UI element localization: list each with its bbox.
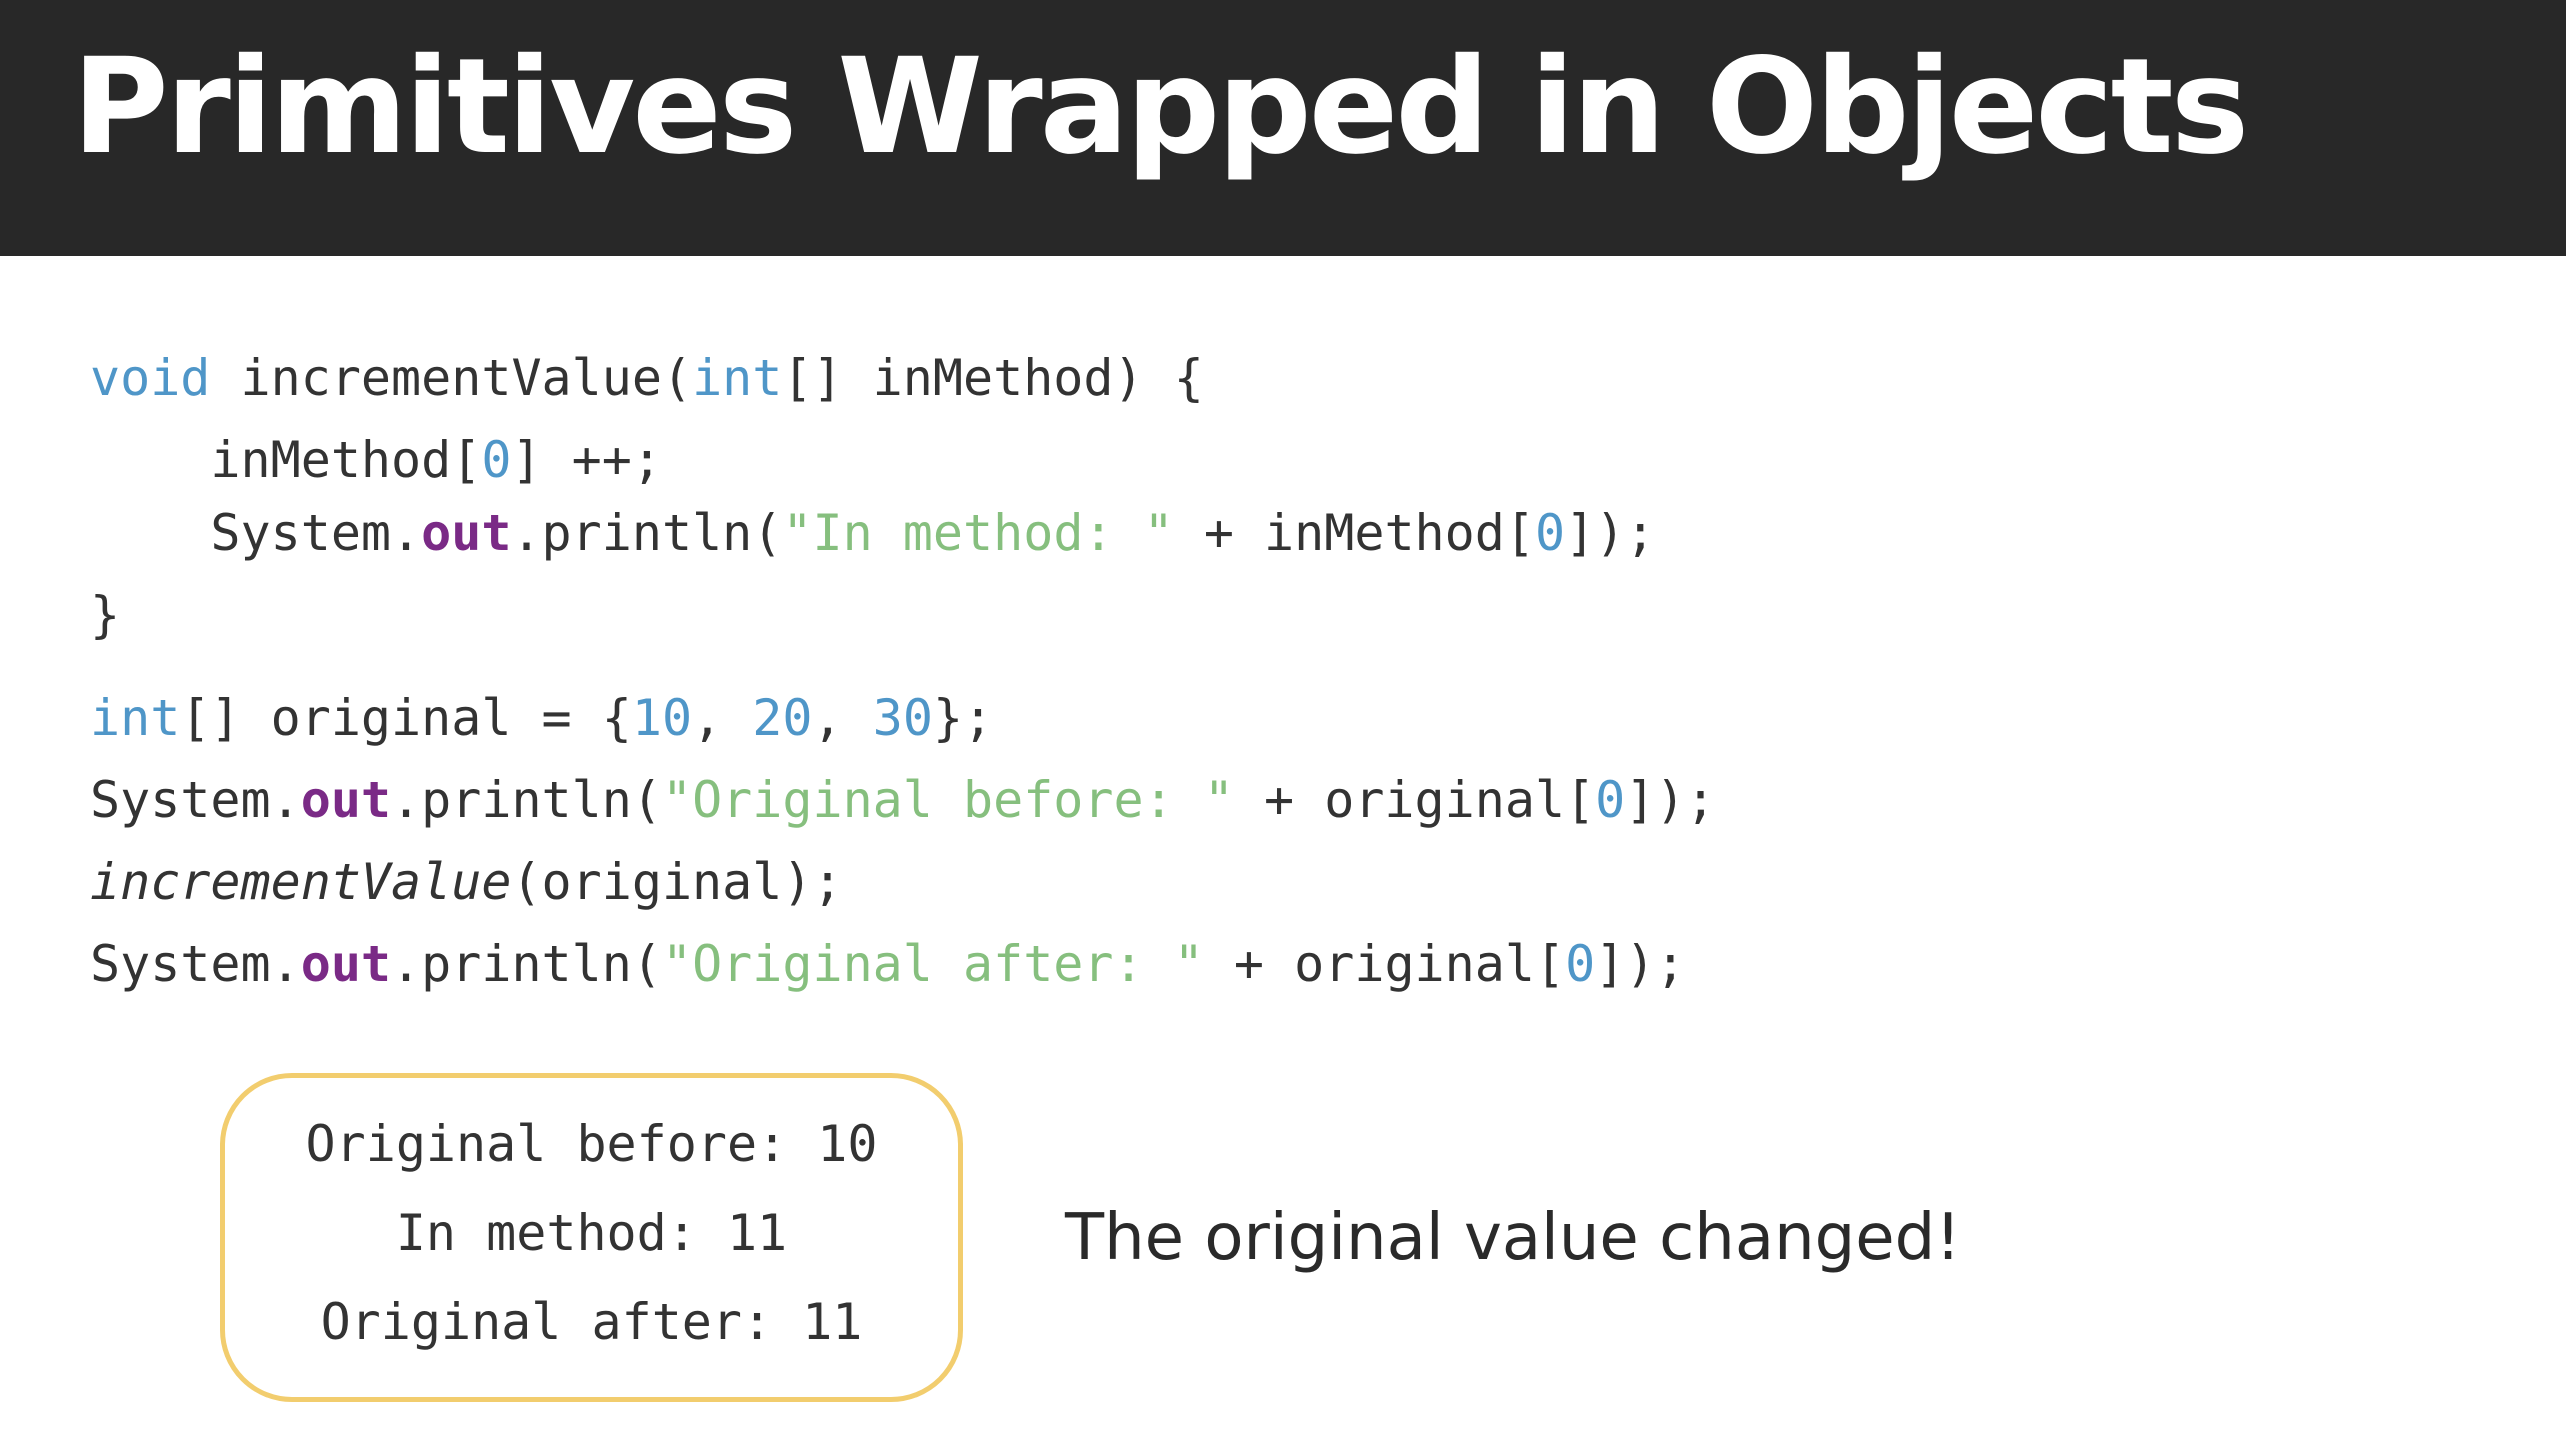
code-line-8: System.out.println("Original after: " + …: [90, 935, 1686, 994]
code-text: .println(: [391, 771, 662, 829]
console-output-box: Original before: 10 In method: 11 Origin…: [220, 1073, 963, 1402]
code-text: System.: [90, 771, 301, 829]
code-text: [] inMethod) {: [782, 349, 1204, 407]
code-text: incrementValue(: [210, 349, 693, 407]
code-number: 0: [481, 431, 512, 489]
code-text: ,: [692, 689, 753, 747]
code-string: "Original after: ": [661, 935, 1204, 993]
code-keyword-int: int: [90, 689, 181, 747]
code-text: ]);: [1565, 504, 1656, 562]
code-line-5: int[] original = {10, 20, 30};: [90, 689, 994, 748]
code-text: + inMethod[: [1173, 504, 1535, 562]
code-text: [] original = {: [180, 689, 632, 747]
code-line-4: }: [90, 586, 121, 645]
output-line-1: Original before: 10: [305, 1115, 878, 1173]
code-text: ]);: [1625, 771, 1716, 829]
title-bar: Primitives Wrapped in Objects: [0, 0, 2566, 256]
code-string: "In method: ": [782, 504, 1174, 562]
code-field-out: out: [421, 504, 512, 562]
code-number: 0: [1534, 504, 1566, 562]
code-line-7: incrementValue(original);: [90, 853, 843, 912]
code-text: System.: [90, 935, 301, 993]
code-text: };: [932, 689, 994, 747]
code-number: 30: [872, 689, 933, 747]
code-number: 20: [752, 689, 813, 747]
code-field-out: out: [300, 935, 392, 993]
code-keyword-void: void: [90, 349, 211, 407]
code-field-out: out: [300, 771, 392, 829]
code-function-call: incrementValue: [90, 853, 512, 911]
code-text: ] ++;: [511, 431, 662, 489]
code-line-2: inMethod[0] ++;: [90, 431, 662, 490]
output-line-3: Original after: 11: [320, 1293, 863, 1351]
code-line-1: void incrementValue(int[] inMethod) {: [90, 349, 1204, 408]
code-text: + original[: [1203, 935, 1566, 993]
code-text: .println(: [391, 935, 662, 993]
code-text: ,: [812, 689, 873, 747]
code-text: inMethod[: [90, 431, 482, 489]
code-keyword-int: int: [692, 349, 783, 407]
caption-text: The original value changed!: [1065, 1201, 1961, 1275]
code-text: (original);: [511, 853, 843, 911]
code-line-3: System.out.println("In method: " + inMet…: [90, 504, 1656, 563]
code-string: "Original before: ": [661, 771, 1234, 829]
code-text: ]);: [1595, 935, 1686, 993]
code-number: 0: [1595, 771, 1626, 829]
code-number: 0: [1565, 935, 1596, 993]
code-line-6: System.out.println("Original before: " +…: [90, 771, 1716, 830]
slide: Primitives Wrapped in Objects void incre…: [0, 0, 2566, 1432]
code-text: System.: [90, 504, 422, 562]
code-text: .println(: [511, 504, 783, 562]
code-text: + original[: [1233, 771, 1596, 829]
output-line-2: In method: 11: [395, 1204, 788, 1262]
slide-title: Primitives Wrapped in Objects: [72, 30, 2249, 184]
code-text: }: [90, 586, 121, 644]
code-number: 10: [631, 689, 693, 747]
